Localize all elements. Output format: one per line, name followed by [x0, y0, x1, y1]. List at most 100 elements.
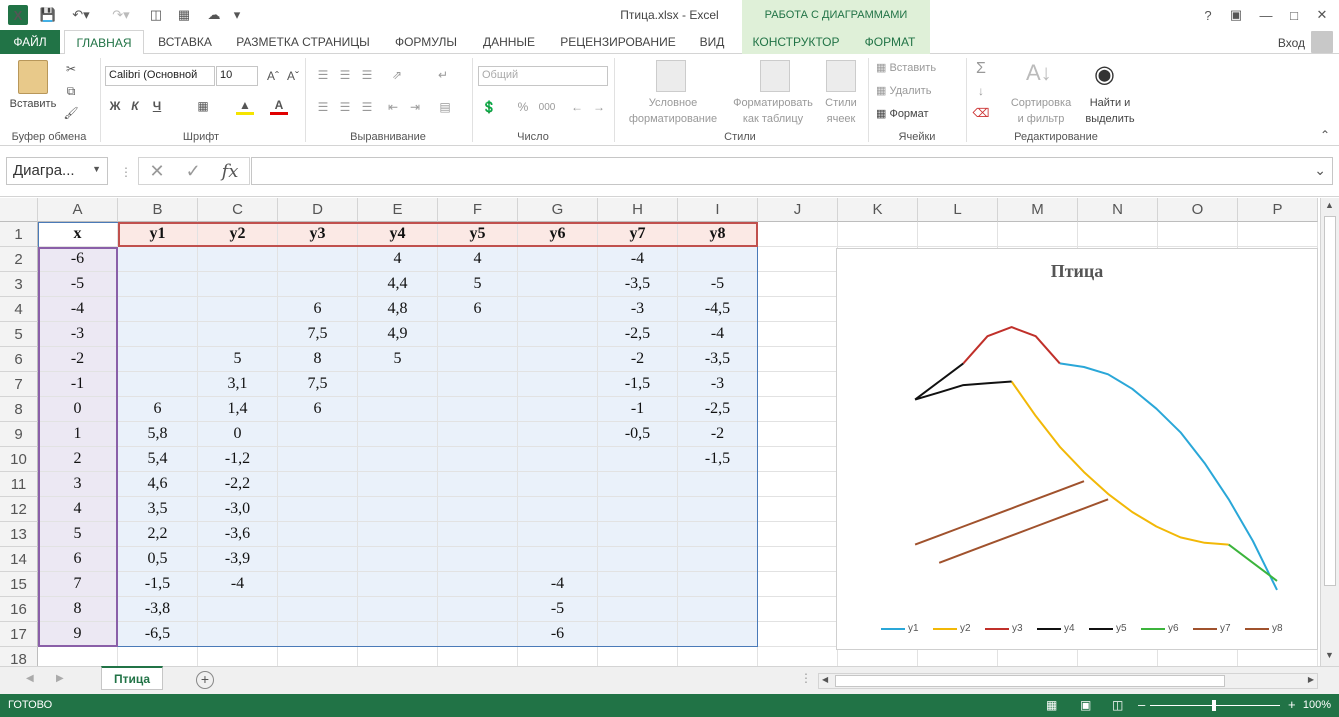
- cell-d10[interactable]: [278, 447, 358, 472]
- cell-d7[interactable]: 7,5: [278, 372, 358, 397]
- cell-b17[interactable]: -6,5: [118, 622, 198, 647]
- cell-f3[interactable]: 5: [438, 272, 518, 297]
- cell-f13[interactable]: [438, 522, 518, 547]
- column-header-e[interactable]: E: [358, 198, 438, 222]
- cell-c2[interactable]: [198, 247, 278, 272]
- cell-a1[interactable]: x: [38, 222, 118, 247]
- cell-f12[interactable]: [438, 497, 518, 522]
- zoom-out-icon[interactable]: –: [1138, 697, 1145, 712]
- cell-j10[interactable]: [758, 447, 838, 472]
- cell-a12[interactable]: 4: [38, 497, 118, 522]
- cell-b8[interactable]: 6: [118, 397, 198, 422]
- tab-formulas[interactable]: ФОРМУЛЫ: [384, 30, 468, 54]
- legend-item-y7[interactable]: y7: [1193, 623, 1231, 634]
- column-header-c[interactable]: C: [198, 198, 278, 222]
- cell-i14[interactable]: [678, 547, 758, 572]
- tab-review[interactable]: РЕЦЕНЗИРОВАНИЕ: [550, 30, 686, 54]
- cell-i6[interactable]: -3,5: [678, 347, 758, 372]
- cell-g18[interactable]: [518, 647, 598, 666]
- cell-j8[interactable]: [758, 397, 838, 422]
- cell-a18[interactable]: [38, 647, 118, 666]
- cell-e8[interactable]: [358, 397, 438, 422]
- legend-item-y1[interactable]: y1: [881, 623, 919, 634]
- cell-d17[interactable]: [278, 622, 358, 647]
- sort-filter-button-line2[interactable]: и фильтр: [1004, 111, 1078, 127]
- cell-n1[interactable]: [1078, 222, 1158, 247]
- cell-a13[interactable]: 5: [38, 522, 118, 547]
- align-top-icon[interactable]: ☰: [314, 66, 332, 84]
- merge-center-icon[interactable]: ▤: [436, 98, 454, 116]
- binoculars-icon[interactable]: ◉: [1094, 60, 1124, 90]
- cell-d12[interactable]: [278, 497, 358, 522]
- column-header-o[interactable]: O: [1158, 198, 1238, 222]
- cell-g7[interactable]: [518, 372, 598, 397]
- currency-icon[interactable]: 💲: [480, 98, 498, 116]
- cell-b4[interactable]: [118, 297, 198, 322]
- conditional-formatting-button[interactable]: Условное: [618, 95, 728, 111]
- cell-h13[interactable]: [598, 522, 678, 547]
- cell-g3[interactable]: [518, 272, 598, 297]
- cell-i4[interactable]: -4,5: [678, 297, 758, 322]
- cell-a3[interactable]: -5: [38, 272, 118, 297]
- series-line-y5[interactable]: [914, 362, 964, 401]
- cell-b13[interactable]: 2,2: [118, 522, 198, 547]
- column-header-j[interactable]: J: [758, 198, 838, 222]
- align-bottom-icon[interactable]: ☰: [358, 66, 376, 84]
- row-header-3[interactable]: 3: [0, 272, 38, 297]
- help-icon[interactable]: ?: [1194, 4, 1222, 26]
- cell-f1[interactable]: y5: [438, 222, 518, 247]
- cell-f9[interactable]: [438, 422, 518, 447]
- cell-a9[interactable]: 1: [38, 422, 118, 447]
- cell-d6[interactable]: 8: [278, 347, 358, 372]
- next-sheet-icon[interactable]: ▶: [56, 673, 64, 684]
- cell-f16[interactable]: [438, 597, 518, 622]
- cell-j16[interactable]: [758, 597, 838, 622]
- cell-d14[interactable]: [278, 547, 358, 572]
- cell-h6[interactable]: -2: [598, 347, 678, 372]
- cell-c7[interactable]: 3,1: [198, 372, 278, 397]
- bird-chart[interactable]: Птица y1 y2 y3 y4 y5 y6 y7 y8: [836, 248, 1318, 650]
- cell-e10[interactable]: [358, 447, 438, 472]
- cell-e14[interactable]: [358, 547, 438, 572]
- cell-h1[interactable]: y7: [598, 222, 678, 247]
- cell-h11[interactable]: [598, 472, 678, 497]
- cell-g13[interactable]: [518, 522, 598, 547]
- horizontal-scroll-thumb[interactable]: [835, 675, 1225, 687]
- cell-c17[interactable]: [198, 622, 278, 647]
- page-break-view-icon[interactable]: ◫: [1112, 698, 1123, 712]
- cut-icon[interactable]: ✂: [62, 60, 80, 78]
- thousands-icon[interactable]: 000: [536, 98, 558, 116]
- cell-i17[interactable]: [678, 622, 758, 647]
- cell-j11[interactable]: [758, 472, 838, 497]
- cell-a16[interactable]: 8: [38, 597, 118, 622]
- cell-i18[interactable]: [678, 647, 758, 666]
- cell-h12[interactable]: [598, 497, 678, 522]
- align-left-icon[interactable]: ☰: [314, 98, 332, 116]
- cell-f8[interactable]: [438, 397, 518, 422]
- close-icon[interactable]: ✕: [1308, 4, 1336, 26]
- row-header-5[interactable]: 5: [0, 322, 38, 347]
- cell-f4[interactable]: 6: [438, 297, 518, 322]
- cell-f11[interactable]: [438, 472, 518, 497]
- row-header-7[interactable]: 7: [0, 372, 38, 397]
- cell-c1[interactable]: y2: [198, 222, 278, 247]
- align-center-icon[interactable]: ☰: [336, 98, 354, 116]
- cell-c6[interactable]: 5: [198, 347, 278, 372]
- formula-input[interactable]: ⌄: [251, 157, 1333, 185]
- cell-c9[interactable]: 0: [198, 422, 278, 447]
- cell-e3[interactable]: 4,4: [358, 272, 438, 297]
- cell-g17[interactable]: -6: [518, 622, 598, 647]
- cell-a17[interactable]: 9: [38, 622, 118, 647]
- conditional-formatting-button-line2[interactable]: форматирование: [618, 111, 728, 127]
- undo-icon[interactable]: ↶▾: [66, 5, 96, 25]
- cell-c8[interactable]: 1,4: [198, 397, 278, 422]
- cell-j7[interactable]: [758, 372, 838, 397]
- cell-j5[interactable]: [758, 322, 838, 347]
- cell-g5[interactable]: [518, 322, 598, 347]
- column-header-k[interactable]: K: [838, 198, 918, 222]
- decrease-indent-icon[interactable]: ⇤: [384, 98, 402, 116]
- cell-d3[interactable]: [278, 272, 358, 297]
- series-line-y8[interactable]: [938, 498, 1109, 564]
- scroll-left-icon[interactable]: ◀: [822, 675, 828, 684]
- cell-c14[interactable]: -3,9: [198, 547, 278, 572]
